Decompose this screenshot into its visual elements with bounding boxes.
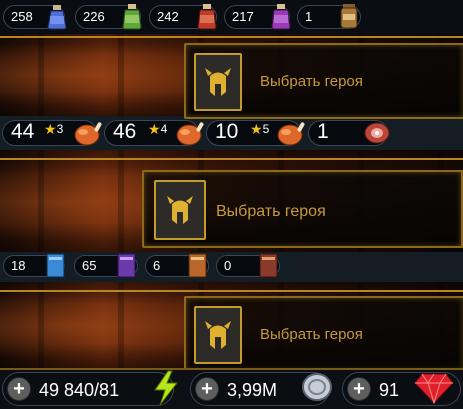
- counter-value: 18: [11, 258, 26, 273]
- blue-potion-icon: [47, 5, 67, 30]
- select-hero-label: Выбрать героя: [260, 326, 363, 343]
- silver-value: 3,99M: [227, 380, 278, 400]
- select-hero-panel-1[interactable]: Выбрать героя: [184, 43, 463, 119]
- counter-value: 1: [305, 9, 313, 24]
- counter-value: 65: [82, 258, 97, 273]
- purple-potion-icon: [271, 4, 291, 30]
- counter-value: 258: [11, 9, 33, 24]
- helmet-icon: [167, 196, 193, 224]
- red-book-icon: [259, 253, 278, 278]
- counter-value: 6: [153, 258, 161, 273]
- orange-book-icon: [188, 253, 207, 278]
- blue-book-icon: [46, 253, 65, 278]
- select-hero-label: Выбрать героя: [216, 203, 326, 220]
- green-potion-icon: [122, 4, 142, 30]
- counter-value: 10: [215, 120, 239, 143]
- stars-4: ★4: [148, 121, 168, 137]
- purple-book-icon: [117, 253, 136, 278]
- hero-slot-3[interactable]: [194, 306, 242, 364]
- add-energy-button[interactable]: +: [7, 377, 31, 401]
- select-hero-label: Выбрать героя: [260, 73, 363, 90]
- add-silver-button[interactable]: +: [195, 377, 219, 401]
- helmet-icon: [205, 68, 231, 96]
- ruby-icon: [414, 373, 454, 404]
- divider: [0, 36, 463, 38]
- counter-value: 0: [224, 258, 232, 273]
- counter-value: 1: [317, 120, 329, 143]
- ruby-value: 91: [379, 380, 400, 400]
- roast-chicken-icon: [176, 122, 204, 146]
- divider: [0, 290, 463, 292]
- roast-chicken-icon: [74, 122, 102, 146]
- select-hero-panel-3[interactable]: Выбрать героя: [184, 296, 463, 372]
- counter-value: 44: [11, 120, 35, 143]
- energy-value: 49 840/81: [39, 380, 120, 400]
- energy-resource[interactable]: + 49 840/81: [2, 372, 174, 406]
- stars-3: ★3: [44, 121, 64, 137]
- counter-value: 46: [113, 120, 137, 143]
- helmet-icon: [205, 321, 231, 349]
- roast-chicken-icon: [277, 122, 305, 146]
- counter-value: 217: [232, 9, 254, 24]
- select-hero-panel-2[interactable]: Выбрать героя: [142, 170, 463, 248]
- counter-value: 226: [83, 9, 105, 24]
- stars-5: ★5: [250, 121, 270, 137]
- lightning-icon: [154, 370, 179, 406]
- hero-slot-2[interactable]: [154, 180, 206, 240]
- add-ruby-button[interactable]: +: [347, 377, 371, 401]
- ham-icon: [364, 122, 390, 144]
- red-potion-icon: [197, 4, 217, 30]
- jar-icon: [340, 4, 358, 29]
- divider: [0, 158, 463, 160]
- counter-value: 242: [157, 9, 179, 24]
- hero-slot-1[interactable]: [194, 53, 242, 111]
- silver-coin-icon: [302, 373, 332, 401]
